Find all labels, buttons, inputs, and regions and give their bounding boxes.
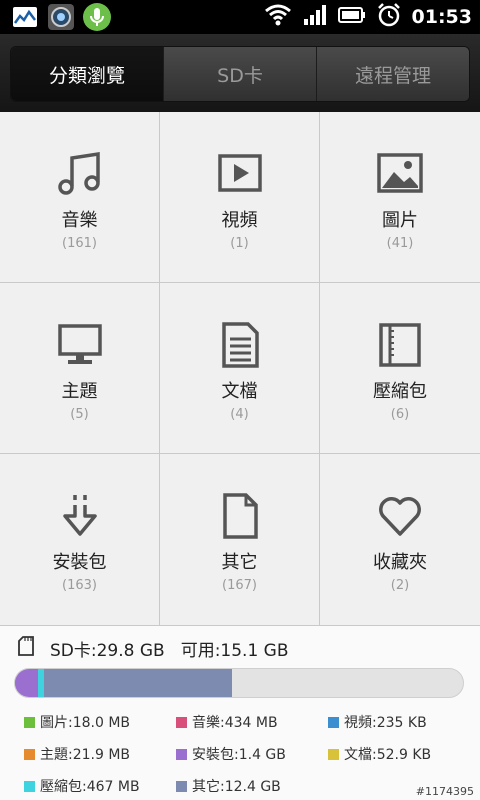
category-label: 其它	[221, 552, 258, 573]
legend-swatch	[328, 716, 339, 728]
tab-category-browse[interactable]: 分類瀏覽	[11, 47, 164, 101]
storage-panel: SD卡:29.8 GB 可用:15.1 GB 圖片:18.0 MB 音樂:434…	[0, 626, 480, 800]
tab-bar: 分類瀏覽 SD卡 遠程管理	[0, 34, 480, 112]
battery-icon	[337, 6, 366, 28]
category-label: 主題	[61, 381, 98, 402]
category-label: 安裝包	[52, 552, 107, 573]
category-documents[interactable]: 文檔 (4)	[160, 283, 319, 453]
category-grid: 音樂 (161) 視頻 (1) 圖片 (41) 主題 (5) 文檔 (4) 壓縮…	[0, 112, 480, 626]
document-icon	[221, 322, 259, 368]
category-count: (5)	[70, 407, 89, 422]
heart-icon	[379, 497, 421, 536]
legend-swatch	[176, 716, 187, 728]
legend-item: 視頻:235 KB	[328, 712, 478, 732]
usage-segment-install-packages	[15, 669, 38, 697]
legend-item: 音樂:434 MB	[176, 712, 328, 732]
music-note-icon	[57, 151, 100, 195]
category-label: 壓縮包	[373, 381, 427, 402]
category-count: (1)	[230, 236, 249, 251]
legend-swatch	[328, 748, 339, 760]
sd-card-icon	[18, 636, 34, 661]
sd-card-summary: SD卡:29.8 GB 可用:15.1 GB	[18, 636, 289, 661]
status-bar: 01:53	[0, 0, 480, 34]
category-pictures[interactable]: 圖片 (41)	[320, 112, 480, 282]
legend-item: 主題:21.9 MB	[24, 744, 176, 764]
category-install-packages[interactable]: 安裝包 (163)	[0, 454, 159, 625]
legend-label: 其它:12.4 GB	[192, 779, 281, 795]
category-video[interactable]: 視頻 (1)	[160, 112, 319, 282]
legend-item: 文檔:52.9 KB	[328, 744, 478, 764]
legend-swatch	[176, 780, 187, 792]
sd-total-size: SD卡:29.8 GB	[50, 641, 165, 661]
storage-usage-bar	[14, 668, 464, 698]
legend-label: 文檔:52.9 KB	[344, 747, 432, 763]
alarm-icon	[376, 2, 402, 32]
blank-file-icon	[222, 493, 258, 539]
category-count: (2)	[390, 578, 410, 593]
tab-sd-card[interactable]: SD卡	[164, 47, 317, 101]
category-music[interactable]: 音樂 (161)	[0, 112, 159, 282]
category-count: (161)	[62, 236, 97, 251]
legend-item: 其它:12.4 GB	[176, 776, 328, 796]
legend-label: 壓縮包:467 MB	[40, 779, 140, 795]
legend-label: 音樂:434 MB	[192, 715, 278, 731]
tab-remote-management[interactable]: 遠程管理	[317, 47, 469, 101]
storage-legend: 圖片:18.0 MB 音樂:434 MB 視頻:235 KB 主題:21.9 M…	[24, 712, 474, 796]
category-count: (4)	[230, 407, 249, 422]
legend-swatch	[24, 716, 35, 728]
voice-notification-icon	[82, 2, 112, 32]
monitor-icon	[57, 324, 102, 364]
legend-label: 安裝包:1.4 GB	[192, 747, 286, 763]
usage-segment-other	[43, 669, 232, 697]
legend-swatch	[24, 780, 35, 792]
watermark: #1174395	[415, 785, 474, 798]
wifi-icon	[264, 4, 292, 30]
sd-free-size: 可用:15.1 GB	[180, 641, 289, 661]
category-themes[interactable]: 主題 (5)	[0, 283, 159, 453]
category-count: (167)	[222, 578, 257, 593]
picture-icon	[377, 153, 423, 193]
category-favorites[interactable]: 收藏夾 (2)	[320, 454, 480, 625]
legend-swatch	[176, 748, 187, 760]
category-label: 圖片	[382, 210, 418, 231]
clock: 01:53	[411, 6, 472, 28]
category-archives[interactable]: 壓縮包 (6)	[320, 283, 480, 453]
legend-label: 視頻:235 KB	[344, 715, 427, 731]
legend-item: 安裝包:1.4 GB	[176, 744, 328, 764]
category-other[interactable]: 其它 (167)	[160, 454, 319, 625]
legend-swatch	[24, 748, 35, 760]
category-count: (163)	[62, 578, 97, 593]
category-label: 收藏夾	[373, 552, 427, 573]
video-play-icon	[217, 154, 262, 192]
category-count: (41)	[386, 236, 414, 251]
category-label: 視頻	[221, 210, 258, 231]
camera-notification-icon	[46, 2, 76, 32]
archive-icon	[379, 323, 421, 367]
category-label: 文檔	[221, 381, 258, 402]
legend-label: 圖片:18.0 MB	[40, 715, 131, 731]
legend-item: 壓縮包:467 MB	[24, 776, 176, 796]
signal-icon	[302, 4, 328, 30]
category-count: (6)	[390, 407, 410, 422]
gallery-notification-icon	[10, 2, 40, 32]
install-arrow-icon	[62, 495, 97, 536]
category-label: 音樂	[61, 210, 98, 231]
legend-item: 圖片:18.0 MB	[24, 712, 176, 732]
legend-label: 主題:21.9 MB	[40, 747, 131, 763]
